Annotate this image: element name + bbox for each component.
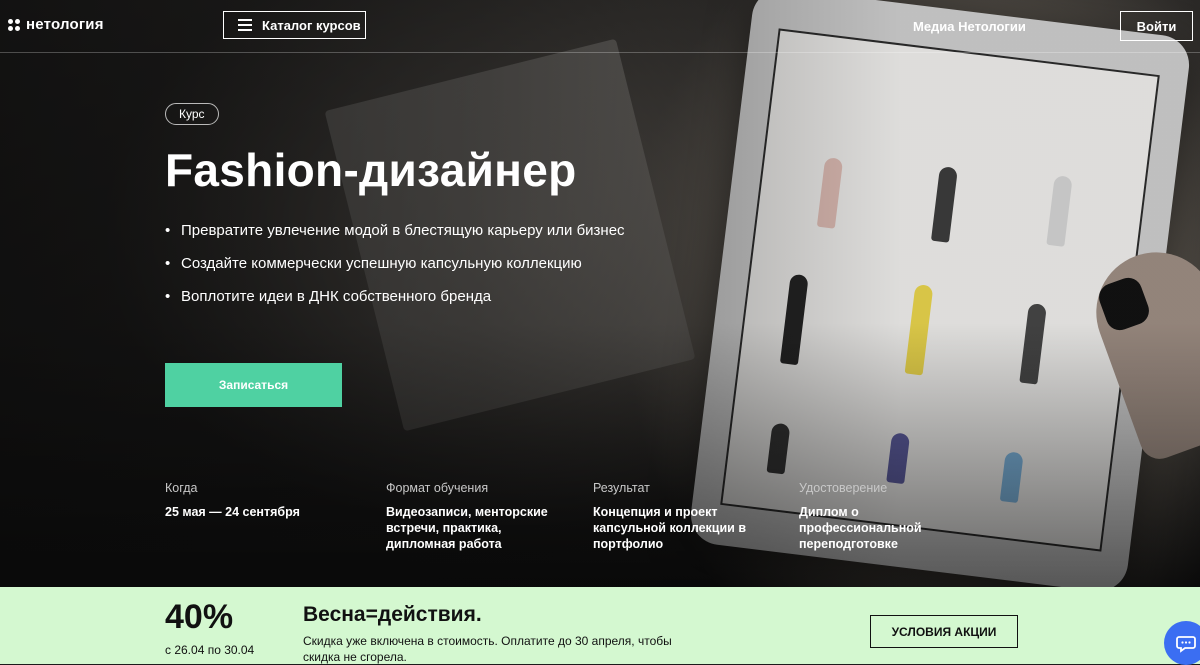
promo-terms-button[interactable]: УСЛОВИЯ АКЦИИ	[870, 615, 1018, 648]
fact-value: Концепция и проект капсульной коллекции …	[593, 505, 747, 551]
logo-icon	[8, 18, 20, 31]
logo-text: нетология	[26, 16, 104, 33]
fact-when: Когда 25 мая — 24 сентября	[165, 481, 355, 520]
enroll-button-label: Записаться	[218, 378, 289, 392]
benefit-item: Воплотите идеи в ДНК собственного бренда	[165, 288, 625, 321]
fact-label: Удостоверение	[799, 481, 888, 495]
logo[interactable]: нетология	[8, 16, 104, 33]
fact-value: Видеозаписи, менторские встречи, практик…	[386, 505, 548, 551]
promo-dates: с 26.04 по 30.04	[165, 643, 255, 657]
fact-label: Результат	[593, 481, 650, 495]
media-link[interactable]: Медиа Нетологии	[913, 19, 1026, 34]
fact-label: Когда	[165, 481, 198, 495]
page-title: Fashion-дизайнер	[165, 144, 577, 196]
chat-icon	[1176, 636, 1196, 653]
site-header: нетология Каталог курсов Медиа Нетологии…	[0, 0, 1200, 52]
chat-button[interactable]	[1164, 621, 1200, 665]
benefits-list: Превратите увлечение модой в блестящую к…	[165, 222, 625, 321]
promo-title: Весна=действия.	[303, 603, 482, 626]
fact-result: Результат Концепция и проект капсульной …	[593, 481, 788, 552]
promo-banner: 40% с 26.04 по 30.04 Весна=действия. Ски…	[0, 587, 1200, 664]
login-button-label: Войти	[1136, 18, 1177, 34]
promo-terms-label: УСЛОВИЯ АКЦИИ	[891, 624, 997, 639]
catalog-button-label: Каталог курсов	[262, 17, 361, 33]
enroll-button[interactable]: Записаться	[165, 363, 342, 407]
fact-value: 25 мая — 24 сентября	[165, 505, 300, 519]
fact-value: Диплом о профессиональной переподготовке	[799, 505, 922, 551]
fact-label: Формат обучения	[386, 481, 489, 495]
promo-discount: 40%	[165, 598, 234, 636]
course-badge: Курс	[165, 103, 219, 125]
promo-description: Скидка уже включена в стоимость. Оплатит…	[303, 634, 672, 664]
login-button[interactable]: Войти	[1120, 11, 1193, 41]
catalog-button[interactable]: Каталог курсов	[223, 11, 366, 39]
benefit-item: Превратите увлечение модой в блестящую к…	[165, 222, 625, 255]
fact-format: Формат обучения Видеозаписи, менторские …	[386, 481, 571, 552]
benefit-item: Создайте коммерчески успешную капсульную…	[165, 255, 625, 288]
menu-icon	[238, 16, 252, 34]
header-divider	[0, 52, 1200, 53]
fact-certificate: Удостоверение Диплом о профессиональной …	[799, 481, 984, 552]
